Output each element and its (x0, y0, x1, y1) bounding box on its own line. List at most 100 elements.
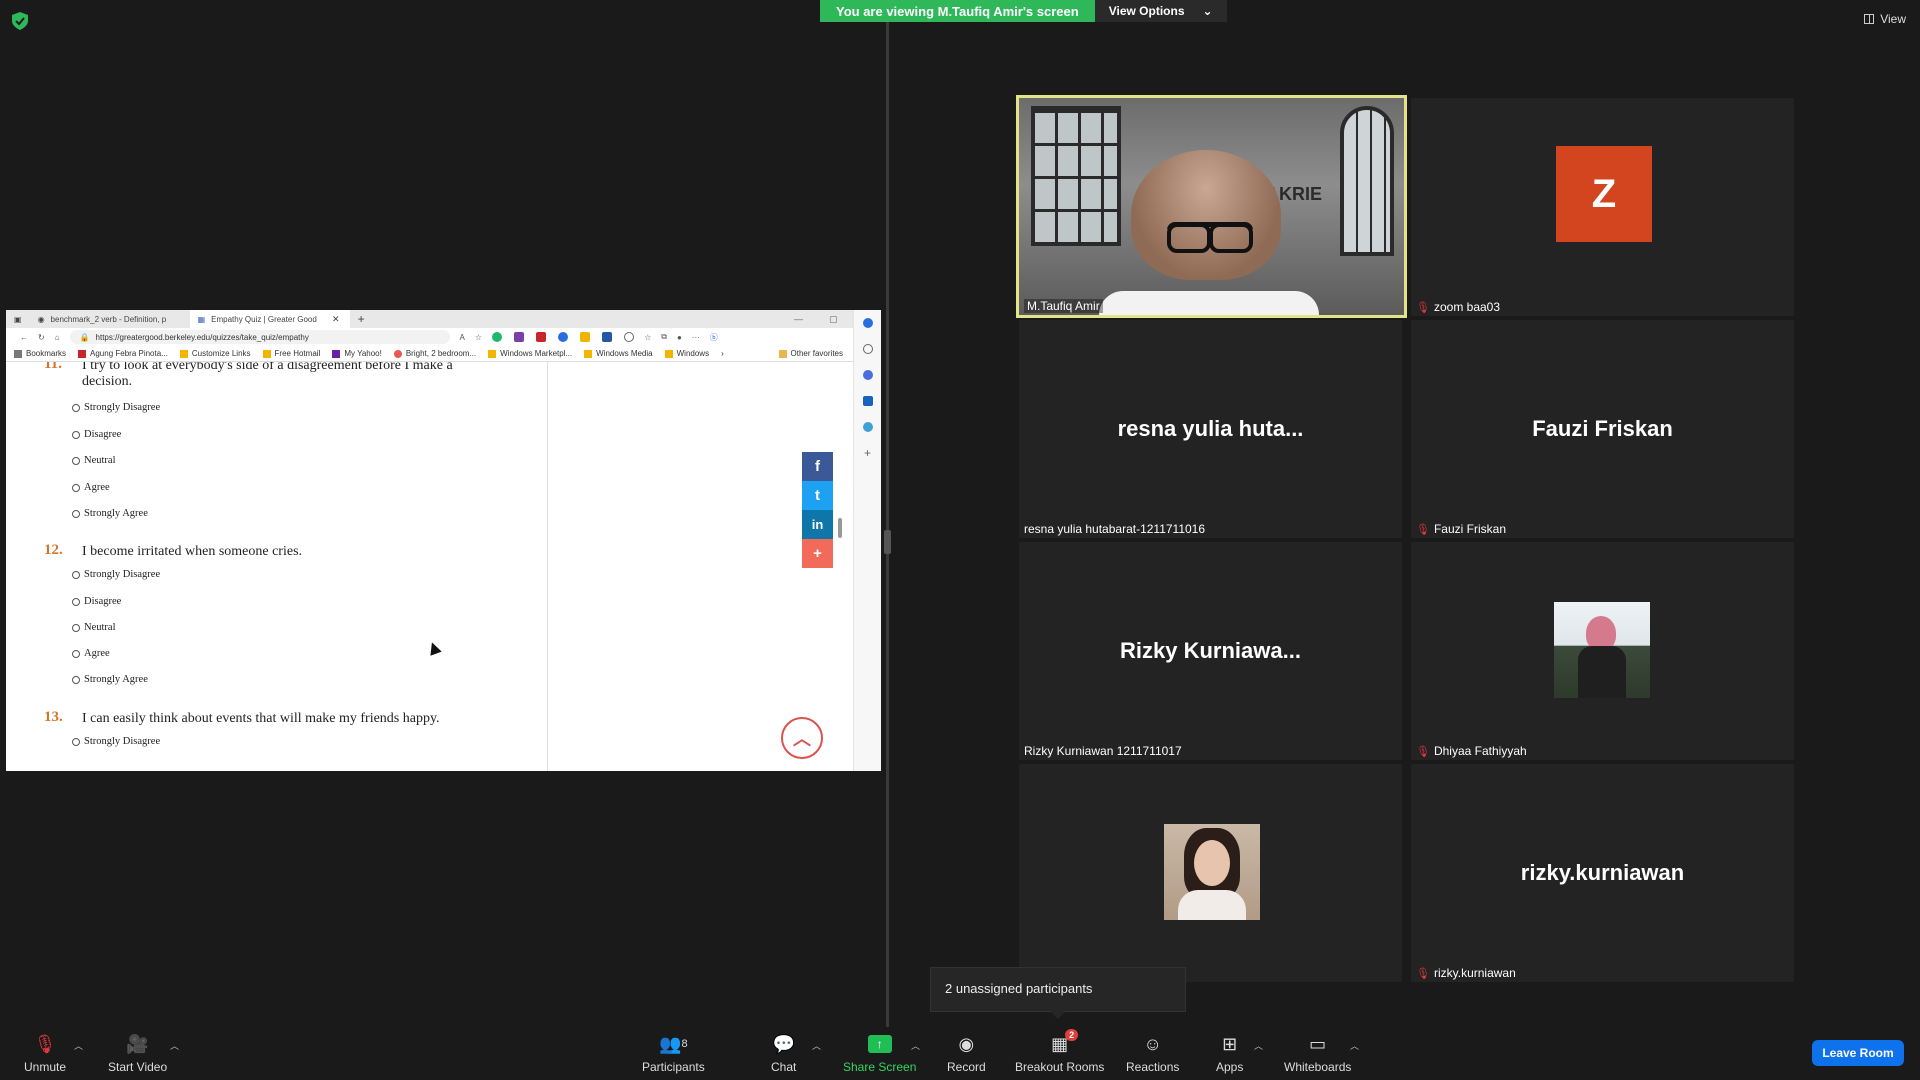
leave-room-button[interactable]: Leave Room (1812, 1040, 1904, 1066)
bing-chat-icon[interactable] (862, 318, 873, 328)
video-tile[interactable]: resna yulia huta... resna yulia hutabara… (1019, 320, 1402, 538)
favorite-item[interactable]: Agung Febra Pinota... (78, 349, 168, 358)
split-divider[interactable] (886, 22, 889, 1027)
share-options-caret-icon[interactable]: ︿ (911, 1039, 920, 1052)
breakout-rooms-button[interactable]: ▦ 2 Breakout Rooms (1015, 1029, 1104, 1074)
maximize-icon[interactable]: ▢ (829, 314, 838, 325)
option-disagree[interactable]: Disagree (72, 429, 121, 440)
profile-avatar-icon[interactable]: ● (677, 333, 682, 342)
mendeley-icon[interactable] (536, 332, 547, 342)
option-strongly-disagree[interactable]: Strongly Disagree (72, 736, 160, 747)
read-aloud-icon[interactable]: A (460, 333, 465, 342)
video-tile[interactable]: Rizky Kurniawa... Rizky Kurniawan 121171… (1019, 542, 1402, 760)
favorite-item[interactable]: Free Hotmail (262, 349, 320, 358)
reactions-button[interactable]: ☺ Reactions (1126, 1033, 1179, 1075)
radio-button[interactable] (72, 649, 80, 658)
radio-button[interactable] (72, 483, 80, 492)
shopping-icon[interactable] (862, 370, 873, 380)
tab-actions-icon[interactable]: ▣ (6, 315, 30, 324)
minimize-icon[interactable]: — (794, 314, 803, 325)
apps-options-caret-icon[interactable]: ︿ (1254, 1039, 1263, 1052)
browser-tab-1[interactable]: ◉ benchmark_2 verb - Definition, p (30, 310, 190, 328)
browser-tab-2[interactable]: ▦ Empathy Quiz | Greater Good ✕ (189, 310, 350, 328)
new-tab-icon[interactable]: + (350, 312, 373, 326)
home-icon[interactable]: ⌂ (55, 333, 60, 342)
page-scrollbar[interactable] (836, 370, 844, 770)
radio-button[interactable] (72, 430, 80, 439)
refresh-icon[interactable]: ↻ (38, 333, 45, 342)
radio-button[interactable] (72, 623, 80, 632)
zotero-icon[interactable] (558, 332, 569, 342)
more-menu-icon[interactable]: ··· (692, 333, 700, 342)
radio-button[interactable] (72, 456, 80, 465)
option-neutral[interactable]: Neutral (72, 622, 116, 633)
back-icon[interactable]: ← (20, 333, 28, 342)
favorite-item[interactable]: My Yahoo! (332, 349, 382, 358)
outlook-icon[interactable] (862, 396, 873, 406)
radio-button[interactable] (72, 570, 80, 579)
scholar-icon[interactable] (602, 332, 613, 342)
audio-options-caret-icon[interactable]: ︿ (74, 1039, 83, 1052)
option-agree[interactable]: Agree (72, 648, 110, 659)
participants-button[interactable]: 👥 8 Participants (642, 1033, 705, 1075)
security-shield-icon[interactable] (12, 12, 28, 30)
radio-button[interactable] (72, 403, 80, 412)
option-strongly-agree[interactable]: Strongly Agree (72, 508, 148, 519)
keep-icon[interactable] (580, 332, 591, 342)
send-icon[interactable] (862, 422, 873, 432)
video-tile[interactable]: 011 (1019, 764, 1402, 982)
option-strongly-disagree[interactable]: Strongly Disagree (72, 569, 160, 580)
chat-options-caret-icon[interactable]: ︿ (812, 1039, 821, 1052)
video-tile[interactable]: 🎙 Dhiyaa Fathiyyah (1411, 542, 1794, 760)
favorite-item[interactable]: Bookmarks (14, 349, 66, 358)
more-share-button[interactable]: + (802, 539, 833, 568)
unmute-button[interactable]: 🎙 Unmute (24, 1033, 66, 1075)
radio-button[interactable] (72, 675, 80, 684)
apps-button[interactable]: ⊞ Apps (1216, 1033, 1243, 1075)
scroll-to-top-button[interactable]: ︿ (781, 717, 823, 759)
linkedin-share-button[interactable]: in (802, 510, 833, 539)
start-video-button[interactable]: 🎥 Start Video (108, 1033, 167, 1075)
extensions-icon[interactable] (624, 332, 635, 342)
close-tab-icon[interactable]: ✕ (332, 314, 340, 325)
favorite-item[interactable]: Windows Media (584, 349, 653, 358)
whiteboards-button[interactable]: ▭ Whiteboards (1284, 1033, 1351, 1075)
favorites-icon[interactable]: ☆ (644, 333, 651, 342)
add-icon[interactable]: + (863, 447, 873, 459)
option-disagree[interactable]: Disagree (72, 596, 121, 607)
facebook-share-button[interactable]: f (802, 452, 833, 481)
scroll-thumb[interactable] (838, 518, 842, 538)
video-tile[interactable]: rizky.kurniawan 🎙 rizky.kurniawan (1411, 764, 1794, 982)
video-tile[interactable]: Fauzi Friskan 🎙 Fauzi Friskan (1411, 320, 1794, 538)
favorite-item[interactable]: Customize Links (179, 349, 251, 358)
option-strongly-disagree[interactable]: Strongly Disagree (72, 402, 160, 413)
onenote-icon[interactable] (514, 332, 525, 342)
chevron-right-icon[interactable]: › (721, 349, 724, 358)
video-tile[interactable]: Z 🎙 zoom baa03 (1411, 98, 1794, 316)
collections-icon[interactable]: ⧉ (661, 332, 667, 342)
twitter-share-button[interactable]: t (802, 481, 833, 510)
favorite-item[interactable]: Bright, 2 bedroom... (393, 349, 476, 358)
option-agree[interactable]: Agree (72, 482, 110, 493)
search-icon[interactable] (862, 344, 873, 354)
bing-icon[interactable]: ⓑ (710, 332, 718, 343)
share-screen-button[interactable]: ↑ Share Screen (843, 1033, 916, 1074)
radio-button[interactable] (72, 509, 80, 518)
favorite-item[interactable]: Windows Marketpl... (488, 349, 572, 358)
grammarly-icon[interactable] (492, 332, 503, 342)
favorite-item[interactable]: Windows (664, 349, 709, 358)
chat-button[interactable]: 💬 Chat (771, 1033, 796, 1075)
split-drag-handle[interactable] (884, 530, 891, 554)
option-neutral[interactable]: Neutral (72, 455, 116, 466)
view-options-button[interactable]: View Options ⌄ (1094, 0, 1227, 22)
url-field[interactable]: 🔒 https://greatergood.berkeley.edu/quizz… (69, 330, 450, 344)
view-button[interactable]: View (1864, 12, 1906, 26)
whiteboard-options-caret-icon[interactable]: ︿ (1350, 1039, 1359, 1052)
option-strongly-agree[interactable]: Strongly Agree (72, 674, 148, 685)
video-options-caret-icon[interactable]: ︿ (170, 1039, 179, 1052)
favorite-star-icon[interactable]: ☆ (475, 333, 482, 342)
radio-button[interactable] (72, 737, 80, 746)
video-tile-speaker[interactable]: BAKRIE M.Taufiq Amir (1016, 95, 1407, 318)
radio-button[interactable] (72, 597, 80, 606)
record-button[interactable]: ◉ Record (947, 1033, 986, 1075)
